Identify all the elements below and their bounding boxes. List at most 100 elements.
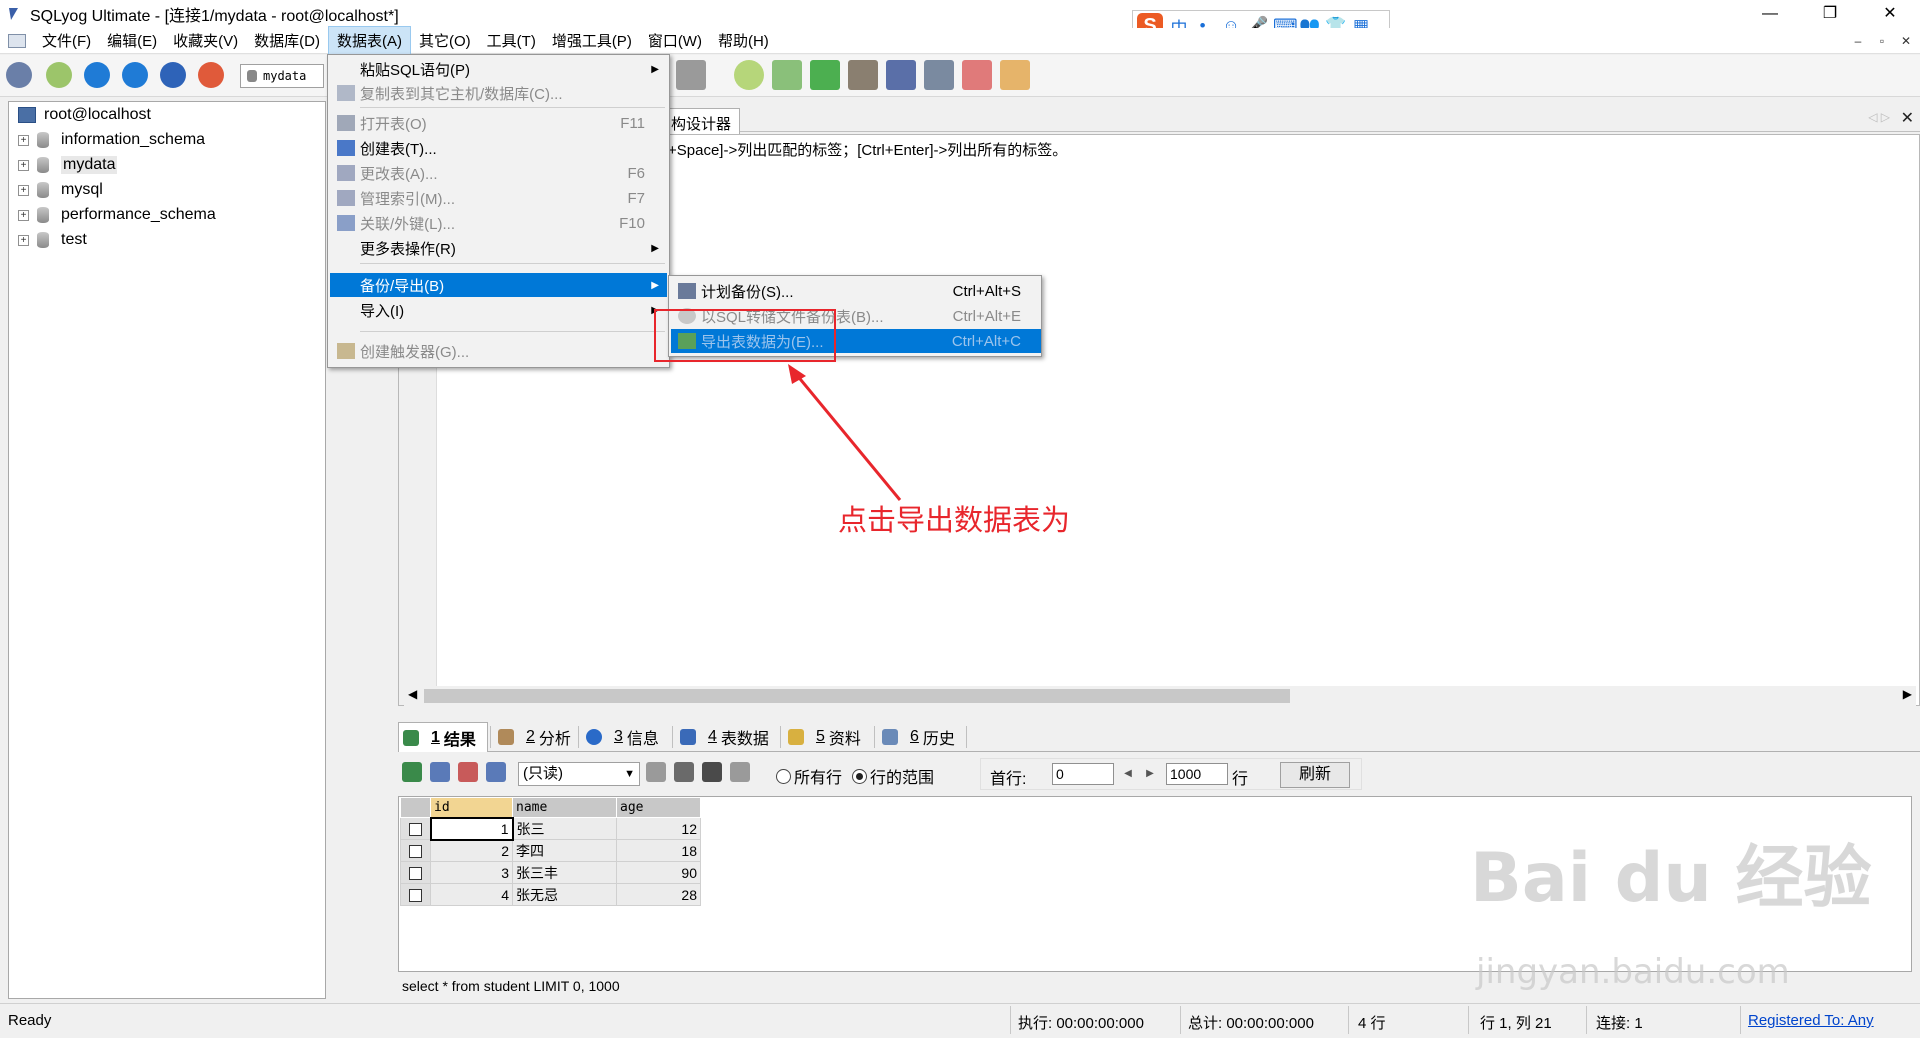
menu-help[interactable]: 帮助(H) xyxy=(710,27,777,54)
export-result-icon[interactable] xyxy=(402,762,422,782)
minimize-button[interactable]: — xyxy=(1740,0,1800,28)
tree-item-information-schema[interactable]: + information_schema xyxy=(10,128,205,152)
row-checkbox[interactable] xyxy=(400,817,431,840)
cell-name[interactable]: 张无忌 xyxy=(512,883,617,906)
tab-profiler[interactable]: 2 分析 xyxy=(494,722,571,752)
tree-root[interactable]: root@localhost xyxy=(12,103,151,127)
cell-id[interactable]: 4 xyxy=(430,883,513,906)
table-data-icon[interactable] xyxy=(676,60,706,90)
schema-designer-icon[interactable] xyxy=(1000,60,1030,90)
mdi-minimize-button[interactable]: – xyxy=(1848,32,1868,50)
refresh-button[interactable]: 刷新 xyxy=(1280,762,1350,788)
tab-history[interactable]: 6 历史 xyxy=(878,722,955,752)
execute-all-icon[interactable] xyxy=(122,62,148,88)
menu-table[interactable]: 数据表(A) xyxy=(327,26,411,55)
delete-row-icon[interactable] xyxy=(702,762,722,782)
scroll-left-icon[interactable]: ◀ xyxy=(408,687,417,701)
radio-all-rows[interactable]: 所有行 xyxy=(776,764,842,788)
tree-item-mydata[interactable]: + mydata xyxy=(10,153,118,177)
row-count-input[interactable]: 1000 xyxy=(1166,763,1228,785)
database-selector[interactable]: mydata xyxy=(240,64,324,88)
table-row[interactable]: 2 李四 18 xyxy=(400,839,701,862)
menu-item-open-table[interactable]: 打开表(O) F11 xyxy=(330,111,667,135)
menu-file[interactable]: 文件(F) xyxy=(34,27,99,54)
row-checkbox[interactable] xyxy=(400,883,431,906)
first-row-input[interactable]: 0 xyxy=(1052,763,1114,785)
tab-schema-designer[interactable]: 构设计器 xyxy=(668,108,741,134)
filter-icon[interactable] xyxy=(458,762,478,782)
editor-horizontal-scrollbar[interactable]: ◀ ▶ xyxy=(404,686,1916,706)
menu-item-manage-index[interactable]: 管理索引(M)... F7 xyxy=(330,186,667,210)
row-checkbox[interactable] xyxy=(400,861,431,884)
menu-item-more-table-ops[interactable]: 更多表操作(R) ▶ xyxy=(330,236,667,260)
close-button[interactable]: ✕ xyxy=(1860,0,1920,28)
cell-age[interactable]: 12 xyxy=(616,817,701,840)
column-header-age[interactable]: age xyxy=(616,797,701,818)
save-icon[interactable] xyxy=(674,762,694,782)
next-page-icon[interactable]: ▶ xyxy=(1142,765,1158,783)
table-row[interactable]: 1 张三 12 xyxy=(400,816,701,841)
schema-sync-icon[interactable] xyxy=(734,60,764,90)
column-header-name[interactable]: name xyxy=(512,797,617,818)
tab-info[interactable]: 5 资料 xyxy=(784,722,861,752)
menu-powertools[interactable]: 增强工具(P) xyxy=(544,27,640,54)
execute-query-icon[interactable] xyxy=(84,62,110,88)
cell-id[interactable]: 3 xyxy=(430,861,513,884)
menu-others[interactable]: 其它(O) xyxy=(411,27,479,54)
cell-age[interactable]: 18 xyxy=(616,839,701,862)
menu-tools[interactable]: 工具(T) xyxy=(479,27,544,54)
tab-scroll-arrows[interactable]: ◁ ▷ xyxy=(1868,110,1890,124)
tab-table-data[interactable]: 4 表数据 xyxy=(676,722,769,752)
view-mode-icon[interactable] xyxy=(486,762,506,782)
menu-item-create-table[interactable]: 创建表(T)... xyxy=(330,136,667,160)
maximize-button[interactable]: ❐ xyxy=(1800,0,1860,28)
query-builder-icon[interactable] xyxy=(962,60,992,90)
insert-row-icon[interactable] xyxy=(646,762,666,782)
mdi-close-button[interactable]: ✕ xyxy=(1896,32,1916,50)
expand-icon[interactable]: + xyxy=(18,184,29,196)
menu-item-paste-sql[interactable]: 粘贴SQL语句(P) ▶ xyxy=(330,57,667,81)
prev-page-icon[interactable]: ◀ xyxy=(1120,765,1136,783)
expand-icon[interactable]: + xyxy=(18,209,29,221)
expand-icon[interactable]: + xyxy=(18,159,29,171)
menu-item-alter-table[interactable]: 更改表(A)... F6 xyxy=(330,161,667,185)
expand-icon[interactable]: + xyxy=(18,134,29,146)
menu-edit[interactable]: 编辑(E) xyxy=(99,27,165,54)
menu-database[interactable]: 数据库(D) xyxy=(246,27,328,54)
tab-messages[interactable]: 3 信息 xyxy=(582,722,659,752)
cell-age[interactable]: 28 xyxy=(616,883,701,906)
tree-item-mysql[interactable]: + mysql xyxy=(10,178,103,202)
connect-icon[interactable] xyxy=(6,62,32,88)
new-connection-icon[interactable] xyxy=(46,62,72,88)
registered-link[interactable]: Registered To: Any xyxy=(1748,1012,1874,1029)
copy-result-icon[interactable] xyxy=(430,762,450,782)
menu-item-backup-export[interactable]: 备份/导出(B) ▶ xyxy=(330,273,667,297)
cell-name[interactable]: 张三丰 xyxy=(512,861,617,884)
database-add-icon[interactable] xyxy=(772,60,802,90)
cell-id[interactable]: 2 xyxy=(430,839,513,862)
cancel-changes-icon[interactable] xyxy=(730,762,750,782)
menu-item-import[interactable]: 导入(I) ▶ xyxy=(330,298,667,322)
expand-icon[interactable]: + xyxy=(18,234,29,246)
menu-item-schedule-backup[interactable]: 计划备份(S)... Ctrl+Alt+S xyxy=(671,279,1041,303)
column-header-id[interactable]: id xyxy=(430,797,513,818)
refresh-objects-icon[interactable] xyxy=(198,62,224,88)
cell-name[interactable]: 李四 xyxy=(512,839,617,862)
scroll-right-icon[interactable]: ▶ xyxy=(1903,687,1912,701)
data-sync-icon[interactable] xyxy=(810,60,840,90)
mdi-restore-button[interactable]: ▫ xyxy=(1872,32,1892,50)
cell-id[interactable]: 1 xyxy=(429,816,514,841)
table-row[interactable]: 4 张无忌 28 xyxy=(400,883,701,906)
menu-window[interactable]: 窗口(W) xyxy=(640,27,710,54)
readonly-mode-select[interactable]: (只读) ▼ xyxy=(518,762,640,786)
menu-item-copy-table[interactable]: 复制表到其它主机/数据库(C)... xyxy=(330,81,667,105)
row-checkbox[interactable] xyxy=(400,839,431,862)
stop-icon[interactable] xyxy=(160,62,186,88)
radio-row-range[interactable]: 行的范围 xyxy=(852,764,934,788)
notification-icon[interactable] xyxy=(924,60,954,90)
tree-item-test[interactable]: + test xyxy=(10,228,87,252)
table-row[interactable]: 3 张三丰 90 xyxy=(400,861,701,884)
cell-name[interactable]: 张三 xyxy=(512,817,617,840)
close-tab-icon[interactable]: ✕ xyxy=(1901,108,1914,128)
tab-result[interactable]: 1 结果 xyxy=(398,722,488,752)
